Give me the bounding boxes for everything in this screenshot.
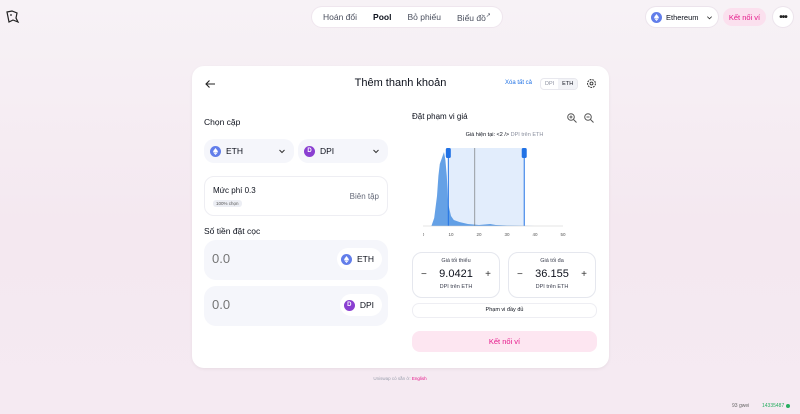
current-price-label: Giá hiện tại:	[465, 132, 496, 138]
dpi-token-icon: D	[343, 299, 355, 311]
current-price: Giá hiện tại: <2 /> DPI trên ETH	[412, 132, 597, 138]
block-number: 14335487	[762, 403, 791, 409]
tab-vote[interactable]: Bỏ phiếu	[400, 7, 448, 27]
fee-selection-badge: 100% chọn	[213, 200, 242, 207]
language-note-text: Uniswap có sẵn ở:	[373, 376, 411, 381]
deposit-eth-token: ETH	[337, 248, 382, 270]
current-price-value: <2 />	[496, 132, 510, 138]
dpi-token-icon: D	[304, 145, 315, 157]
chevron-down-icon	[373, 149, 379, 154]
toggle-dpi[interactable]: DPI	[541, 79, 558, 89]
top-bar: Hoán đổi Pool Bỏ phiếu Biểu đồ↗ Ethereum…	[0, 0, 800, 34]
uniswap-logo-icon[interactable]	[4, 9, 20, 25]
chevron-down-icon	[279, 149, 285, 154]
gas-price: 93 gwei	[732, 403, 750, 409]
liquidity-chart[interactable]: 0 10 20 30 40 50	[423, 146, 573, 246]
min-price-unit: DPI trên ETH	[439, 284, 473, 290]
max-price-increment-button[interactable]: +	[581, 269, 587, 280]
zoom-out-icon[interactable]	[583, 112, 595, 124]
network-selector[interactable]: Ethereum	[646, 7, 718, 27]
selected-range-band	[448, 148, 525, 226]
tab-swap[interactable]: Hoán đổi	[316, 7, 364, 27]
max-price-label: Giá tối đa	[540, 258, 564, 264]
x-tick-label: 40	[532, 232, 538, 237]
gear-icon[interactable]	[586, 78, 597, 89]
deposit-eth-box: ETH	[204, 240, 388, 280]
min-price-increment-button[interactable]: +	[485, 269, 491, 280]
external-link-icon: ↗	[485, 13, 491, 20]
token-b-label: DPI	[320, 146, 335, 156]
set-price-range-heading: Đặt phạm vi giá	[412, 112, 468, 121]
connect-wallet-button[interactable]: Kết nối ví	[723, 8, 766, 26]
deposit-eth-label: ETH	[357, 254, 374, 264]
max-price-decrement-button[interactable]: −	[517, 269, 523, 280]
ethereum-icon	[341, 253, 352, 265]
tab-charts[interactable]: Biểu đồ↗	[450, 6, 498, 28]
ethereum-icon	[651, 11, 662, 23]
status-dot-icon	[786, 403, 791, 408]
connect-wallet-main-button[interactable]: Kết nối ví	[412, 331, 597, 352]
deposit-dpi-token: D DPI	[339, 294, 382, 316]
chart-area	[423, 148, 563, 227]
main-nav: Hoán đổi Pool Bỏ phiếu Biểu đồ↗	[312, 7, 502, 27]
min-price-decrement-button[interactable]: −	[421, 269, 427, 280]
deposit-dpi-input[interactable]	[212, 297, 302, 312]
fee-tier-box: Mức phí 0.3 100% chọn Biên tập	[204, 176, 388, 216]
tab-pool[interactable]: Pool	[366, 7, 398, 27]
max-price-box: Giá tối đa 36.155 DPI trên ETH − +	[508, 252, 596, 298]
max-price-unit: DPI trên ETH	[535, 284, 569, 290]
deposit-dpi-label: DPI	[359, 300, 374, 310]
language-note: Uniswap có sẵn ở: English	[0, 376, 800, 381]
network-label: Ethereum	[666, 12, 699, 22]
toggle-eth[interactable]: ETH	[558, 79, 578, 89]
deposit-dpi-box: D DPI	[204, 286, 388, 326]
full-range-button[interactable]: Phạm vi đầy đủ	[412, 303, 597, 318]
min-range-handle	[445, 148, 451, 158]
deposit-amount-heading: Số tiền đặt cọc	[204, 226, 261, 236]
token-a-select[interactable]: ETH	[204, 139, 294, 163]
select-pair-heading: Chọn cặp	[204, 117, 241, 127]
deposit-eth-input[interactable]	[212, 251, 302, 266]
x-tick-label: 20	[476, 232, 482, 237]
min-price-label: Giá tối thiểu	[441, 258, 471, 264]
fee-tier-label: Mức phí 0.3	[213, 186, 256, 195]
x-tick-label: 50	[560, 232, 566, 237]
x-tick-label: 0	[423, 232, 425, 237]
block-number-value: 14335487	[762, 403, 785, 409]
zoom-in-icon[interactable]	[566, 112, 578, 124]
more-options-button[interactable]: •••	[773, 7, 793, 27]
token-b-select[interactable]: D DPI	[298, 139, 388, 163]
edit-fee-button[interactable]: Biên tập	[350, 192, 379, 201]
price-denomination-toggle: DPI ETH	[540, 78, 579, 90]
chevron-down-icon	[707, 15, 712, 19]
tab-charts-label: Biểu đồ	[457, 12, 486, 23]
add-liquidity-card: Thêm thanh khoản Xóa tất cả DPI ETH Chọn…	[192, 66, 609, 368]
ethereum-icon	[210, 145, 221, 157]
x-tick-label: 10	[448, 232, 454, 237]
token-a-label: ETH	[226, 146, 243, 156]
language-link[interactable]: English	[412, 376, 427, 381]
clear-all-link[interactable]: Xóa tất cả	[505, 80, 532, 86]
chart-ticks: 0 10 20 30 40 50	[423, 232, 566, 237]
current-price-unit: DPI trên ETH	[510, 132, 544, 138]
x-tick-label: 30	[504, 232, 510, 237]
max-range-handle	[521, 148, 527, 158]
min-price-box: Giá tối thiểu 9.0421 DPI trên ETH − +	[412, 252, 500, 298]
